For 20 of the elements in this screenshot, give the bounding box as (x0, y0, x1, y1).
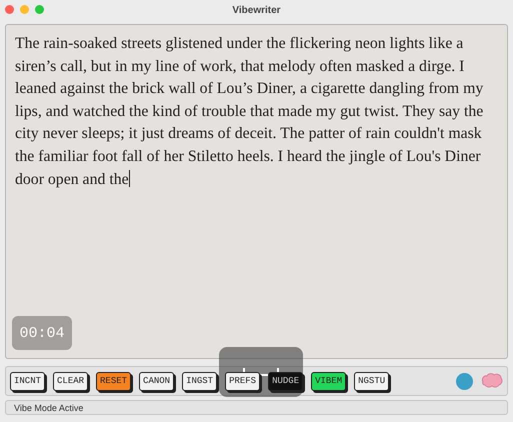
text-caret (128, 170, 130, 187)
toolbar-button[interactable]: INGST (182, 372, 218, 390)
story-text: The rain-soaked streets glistened under the flickering neon lights like a siren’s call, but in my line of work, that melody often masked a dirge. I leaned against the brick wall of Lou’s Diner, a cigarette dangling from my lips, and watched the kind of trouble that made my gut twist. They say the city never sleeps; it just dreams of deceit. The patter of rain couldn't mask the familiar foot fall of her Stiletto heels. I heard the jingle of Lou's Diner door open and the (15, 34, 484, 190)
brain-icon[interactable] (481, 373, 503, 389)
toolbar-button[interactable]: CLEAR (53, 372, 88, 390)
status-text: Vibe Mode Active (14, 402, 84, 412)
toolbar-button[interactable]: NGSTU (354, 372, 390, 390)
minimize-icon[interactable] (20, 5, 29, 14)
toolbar-button[interactable]: RESET (96, 372, 132, 390)
text-editor[interactable] (5, 24, 508, 359)
timer: 00:04 (12, 316, 72, 350)
toolbar-button[interactable]: INCNT (10, 372, 46, 390)
toolbar-button[interactable]: VIBEM (311, 372, 346, 390)
maximize-icon[interactable] (35, 5, 44, 14)
close-icon[interactable] (5, 5, 14, 14)
toolbar-button[interactable]: PREFS (225, 372, 260, 390)
toolbar-button[interactable]: CANON (139, 372, 174, 390)
window-title: Vibewriter (232, 4, 281, 16)
toolbar-button[interactable]: NUDGE (268, 372, 304, 390)
avatar-icon[interactable] (456, 372, 473, 390)
